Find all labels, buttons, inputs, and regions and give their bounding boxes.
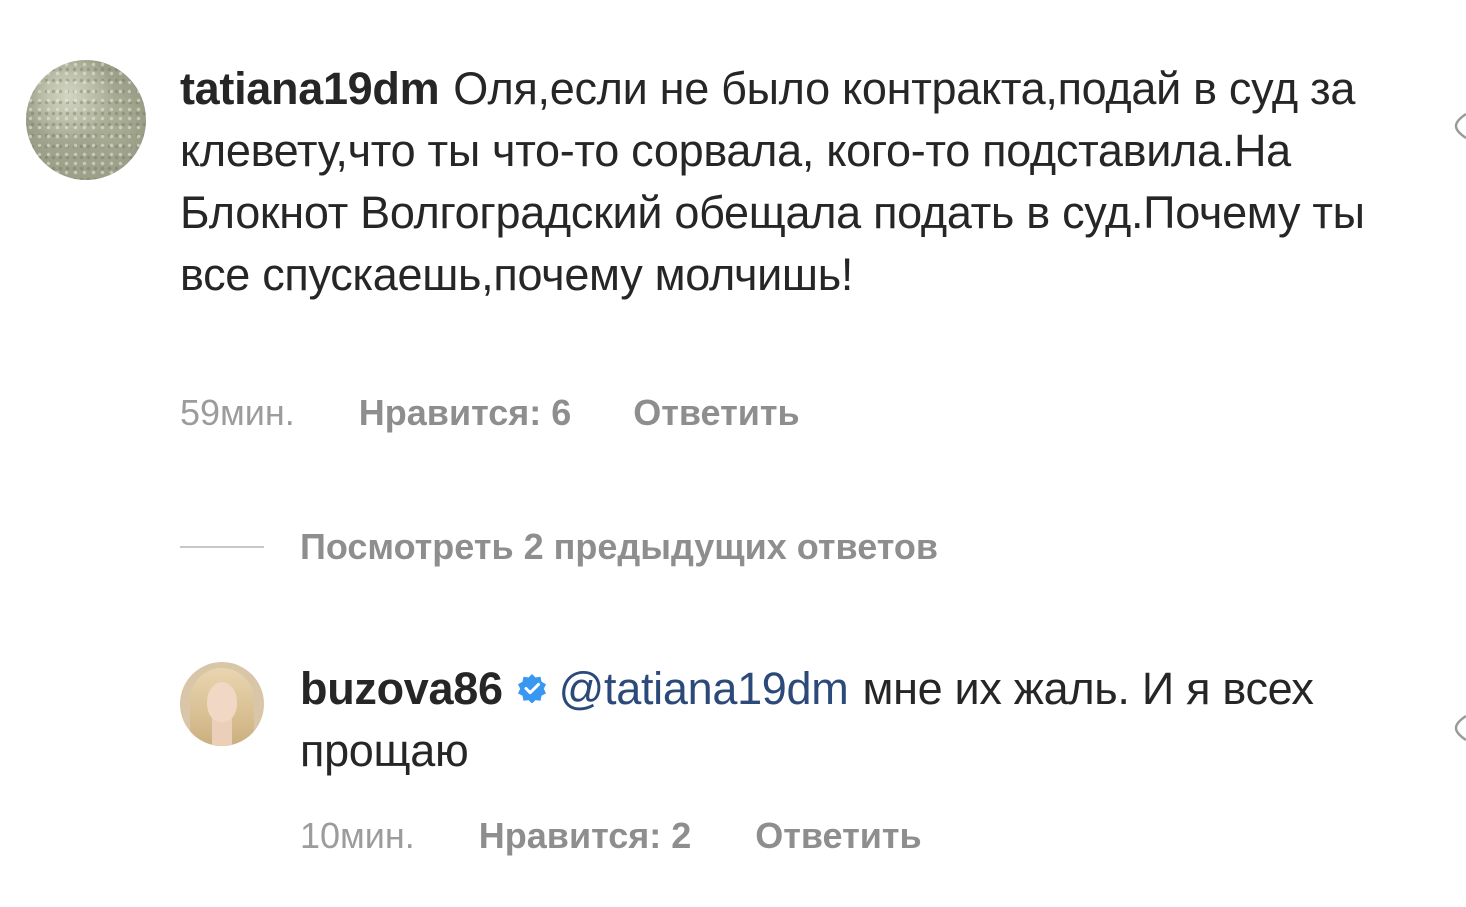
view-previous-replies[interactable]: Посмотреть 2 предыдущих ответов (180, 526, 938, 568)
likes-count-button[interactable]: Нравится: 2 (479, 815, 691, 857)
avatar-texture (26, 60, 146, 180)
heart-icon[interactable] (1452, 108, 1466, 144)
likes-count-button[interactable]: Нравится: 6 (359, 392, 571, 434)
comment-mention[interactable]: @tatiana19dm (559, 663, 849, 714)
comment-meta: 10мин. Нравится: 2 Ответить (300, 815, 922, 857)
verified-badge-icon (517, 674, 546, 704)
reply-button[interactable]: Ответить (755, 815, 921, 857)
comment-body: buzova86 @tatiana19dm мне их жаль. И я вс… (300, 658, 1380, 782)
comment-body: tatiana19dm Оля,если не было контракта,по… (180, 58, 1380, 306)
user-avatar[interactable] (180, 662, 264, 746)
comment-time: 10мин. (300, 815, 415, 856)
user-avatar[interactable] (26, 60, 146, 180)
heart-icon[interactable] (1452, 710, 1466, 746)
view-replies-label[interactable]: Посмотреть 2 предыдущих ответов (300, 526, 938, 568)
replies-divider (180, 546, 264, 548)
avatar-neck (212, 718, 232, 746)
avatar-face (207, 682, 237, 722)
comment-username[interactable]: tatiana19dm (180, 63, 440, 114)
reply-button[interactable]: Ответить (633, 392, 799, 434)
comment-meta: 59мин. Нравится: 6 Ответить (180, 392, 800, 434)
comment-time: 59мин. (180, 392, 295, 433)
comment-username[interactable]: buzova86 (300, 663, 503, 714)
